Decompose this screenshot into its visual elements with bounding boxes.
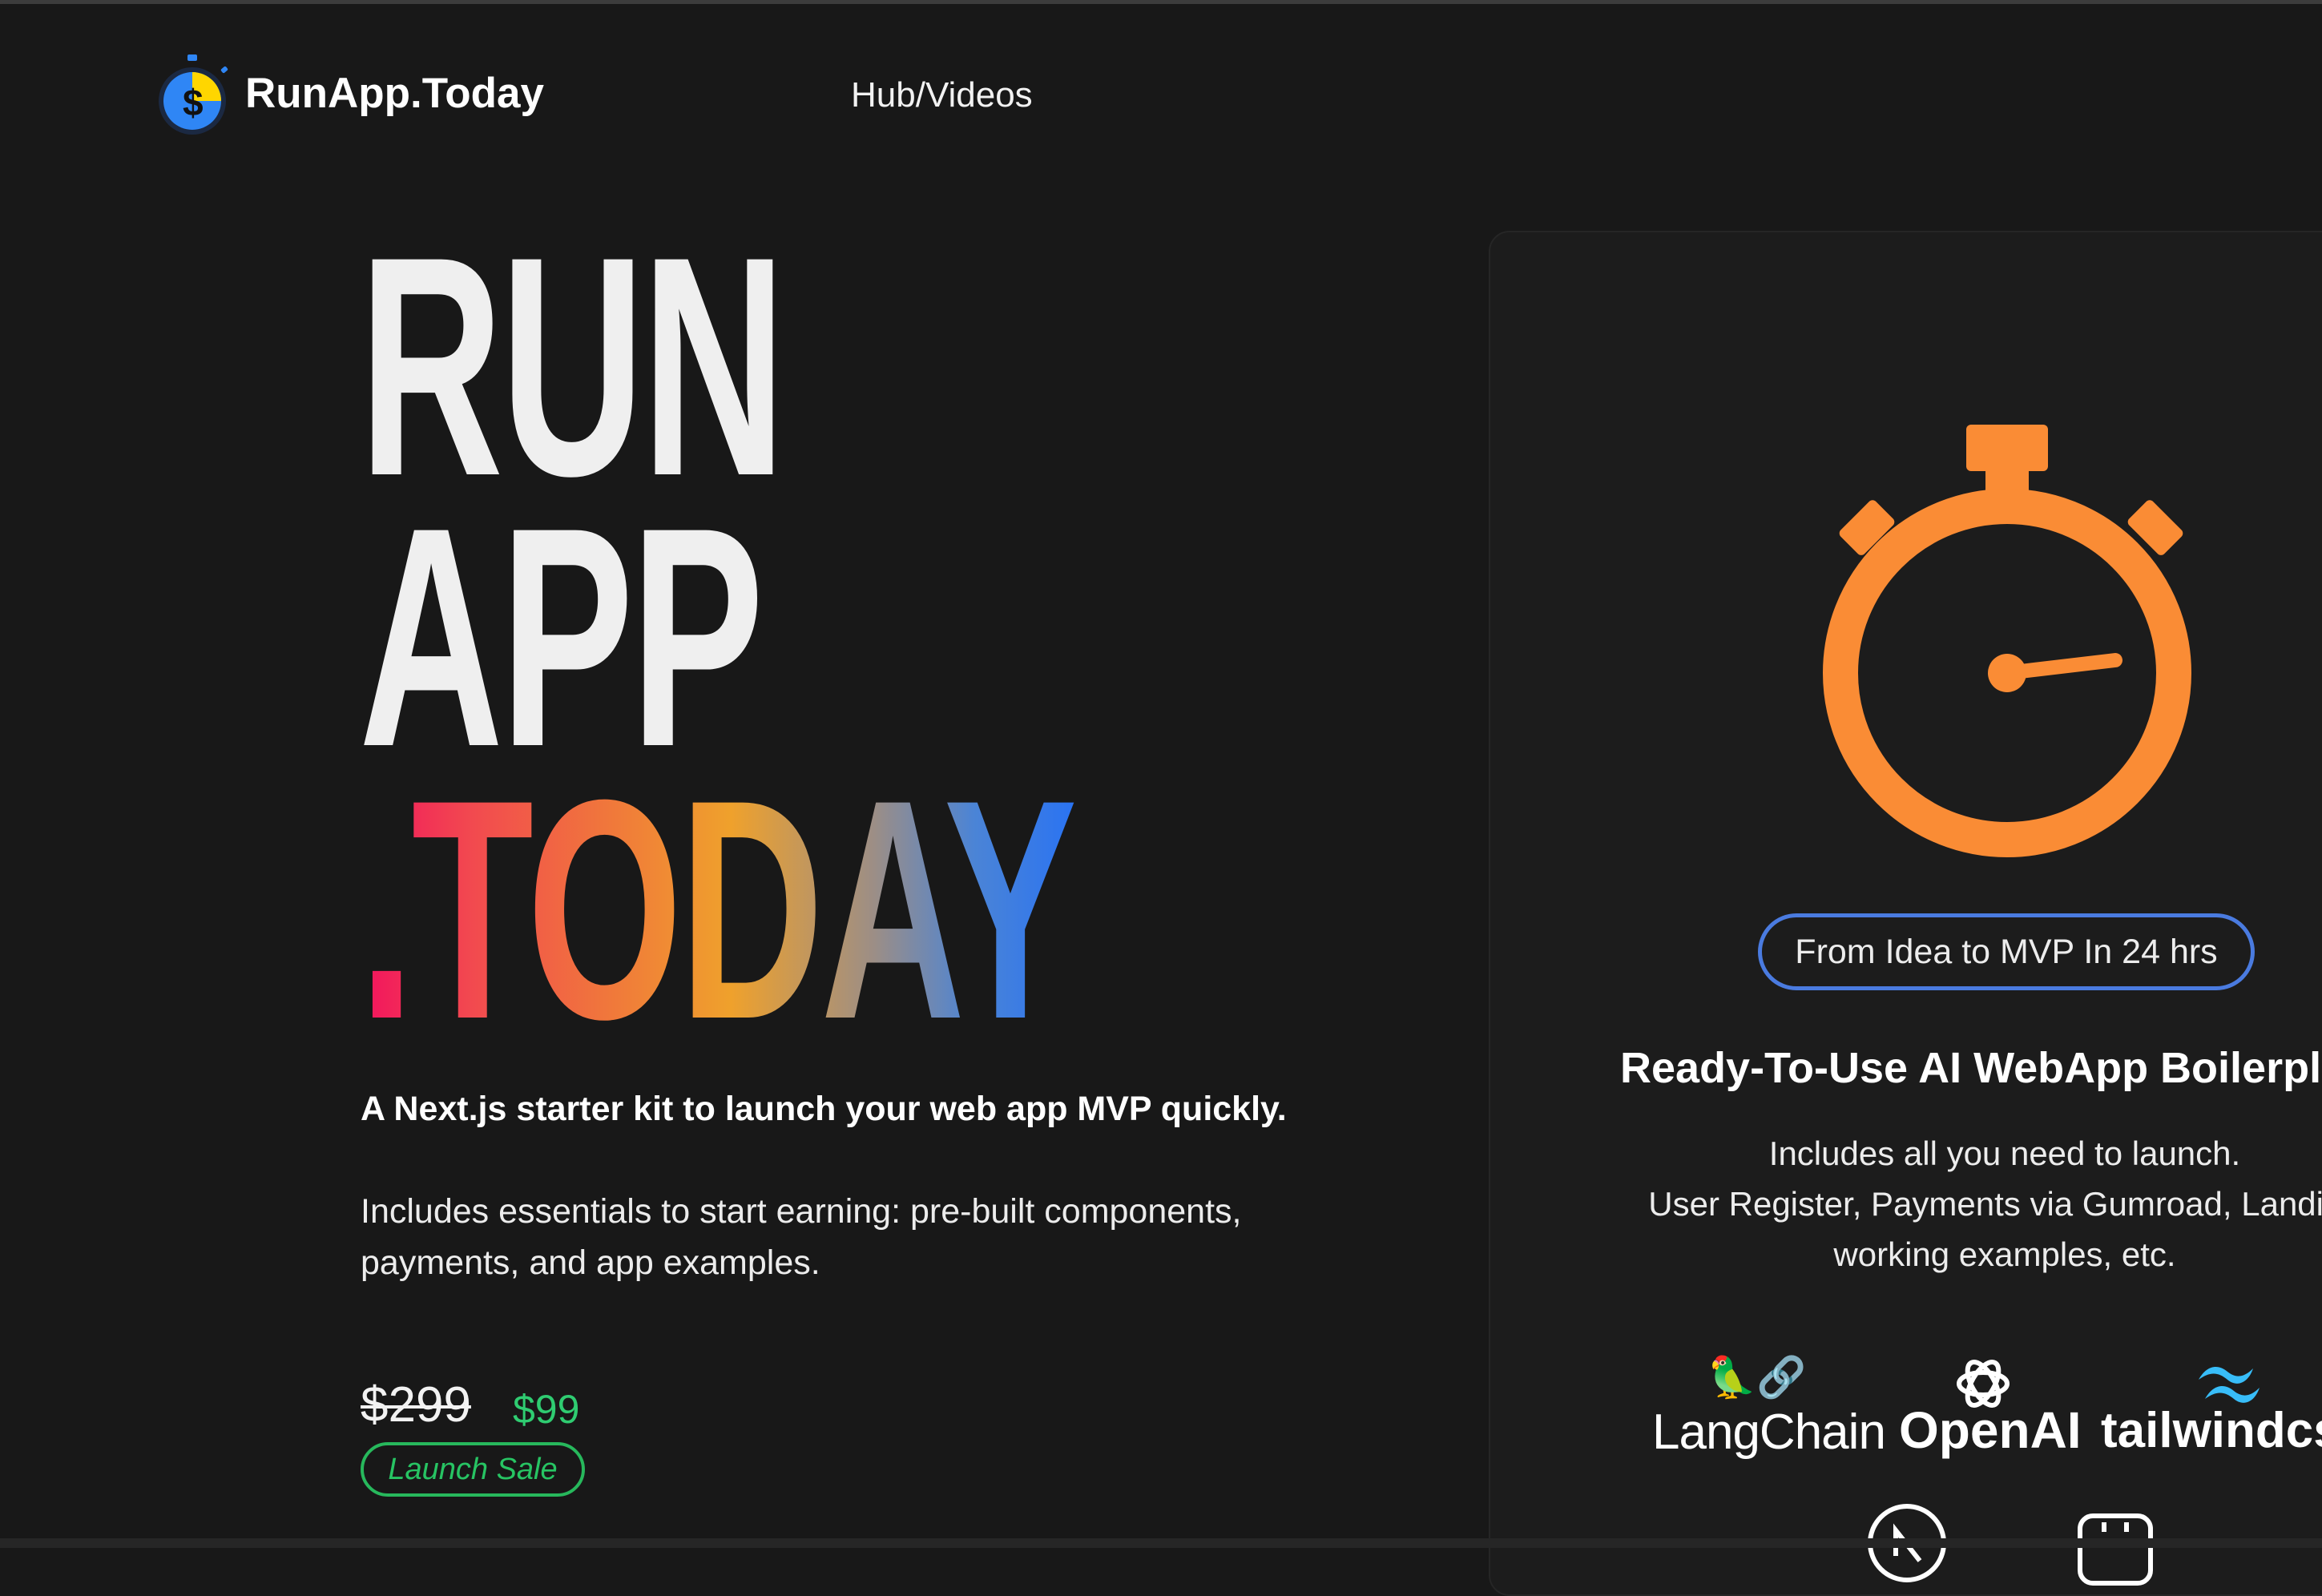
card-desc-line: working examples, etc. xyxy=(1833,1235,2176,1273)
tailwind-logo: tailwindcs xyxy=(2101,1403,2322,1458)
mvp-pill: From Idea to MVP In 24 hrs xyxy=(1758,913,2255,990)
openai-logo: OpenAI xyxy=(1899,1401,2082,1459)
hero-tagline: A Next.js starter kit to launch your web… xyxy=(361,1090,1287,1128)
card-description: Includes all you need to launch. User Re… xyxy=(1364,1128,2322,1280)
launch-sale-badge: Launch Sale xyxy=(361,1442,585,1497)
price-original: $299 xyxy=(361,1377,471,1433)
svg-text:$: $ xyxy=(183,82,204,123)
nav-link-hub-videos[interactable]: Hub/Videos xyxy=(851,75,1033,115)
card-title: Ready-To-Use AI WebApp Boilerpl xyxy=(1620,1044,2322,1092)
brand-logo-icon[interactable]: $ xyxy=(151,48,231,144)
card-desc-line: Includes all you need to launch. xyxy=(1768,1135,2241,1172)
hero-line-today: .TODAY xyxy=(359,735,1077,1084)
price-sale: $99 xyxy=(513,1387,580,1432)
tailwind-icon xyxy=(2192,1360,2266,1405)
brand-name[interactable]: RunApp.Today xyxy=(245,69,544,118)
langchain-logo: LangChain xyxy=(1652,1405,1886,1460)
window-top-border xyxy=(0,0,2322,4)
card-desc-line: User Register, Payments via Gumroad, Lan… xyxy=(1648,1185,2322,1223)
stopwatch-icon xyxy=(1811,417,2211,865)
app-box-icon xyxy=(2077,1511,2154,1588)
langchain-icon: 🦜🔗 xyxy=(1707,1355,1807,1400)
hero-description: Includes essentials to start earning: pr… xyxy=(361,1192,1242,1282)
window-bottom-border xyxy=(0,1538,2322,1548)
